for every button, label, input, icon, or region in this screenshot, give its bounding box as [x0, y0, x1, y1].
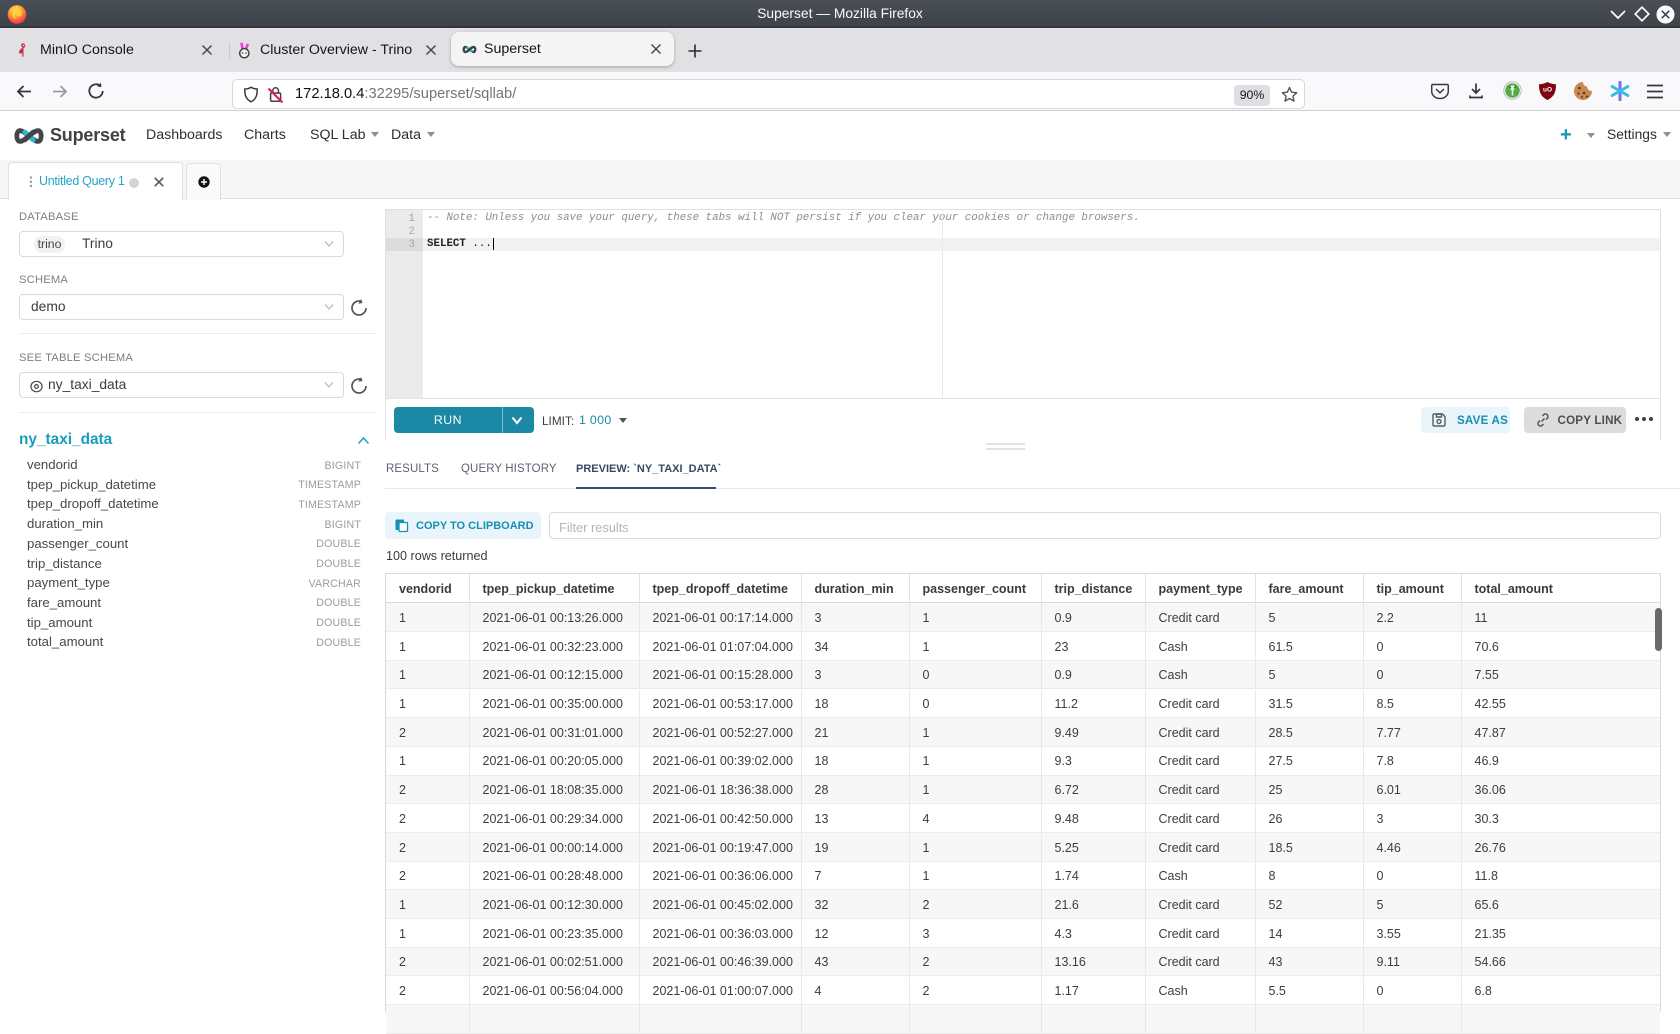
svg-text:uO: uO — [1543, 87, 1552, 94]
